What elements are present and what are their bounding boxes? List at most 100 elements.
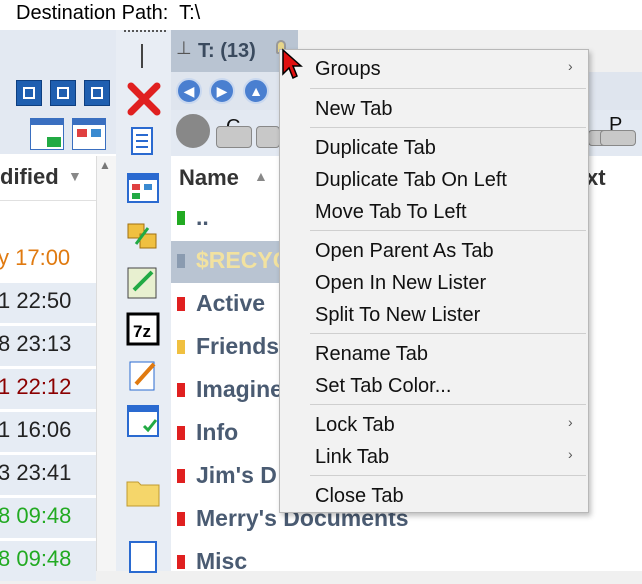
left-list-item-time: 3 23:41	[0, 460, 72, 485]
drag-handle[interactable]	[124, 30, 166, 37]
modified-column-label: dified	[0, 164, 59, 189]
menu-item-duplicate-tab[interactable]: Duplicate Tab	[280, 134, 588, 164]
drive-hdd-icon[interactable]	[176, 114, 210, 148]
left-list-item[interactable]: y 17:00	[0, 240, 96, 280]
menu-item-move-tab-to-left[interactable]: Move Tab To Left	[280, 198, 588, 228]
menu-item-label: New Tab	[315, 98, 393, 120]
folder-flag-icon	[177, 340, 185, 354]
svg-text:7z: 7z	[133, 322, 151, 341]
left-list-item-time: 1 22:50	[0, 288, 72, 313]
menu-item-label: Link Tab	[315, 446, 390, 468]
toolbar-button-2[interactable]	[50, 80, 76, 106]
menu-item-duplicate-tab-on-left[interactable]: Duplicate Tab On Left	[280, 166, 588, 196]
menu-item-label: Split To New Lister	[315, 304, 481, 326]
file-name: Imagine	[196, 376, 283, 402]
forward-icon[interactable]: ▶	[209, 78, 235, 104]
left-list-item-time: y 17:00	[0, 245, 71, 270]
menu-item-label: Close Tab	[315, 485, 404, 507]
document-icon[interactable]	[124, 124, 162, 162]
mouse-cursor-icon	[281, 48, 303, 85]
left-list-item[interactable]: 1 16:06	[0, 412, 96, 452]
menu-item-label: Set Tab Color...	[315, 375, 452, 397]
view-details-icon[interactable]	[30, 118, 64, 150]
toolbar-button-1[interactable]	[16, 80, 42, 106]
file-name: Friends	[196, 333, 280, 359]
tab-label: T: (13)	[198, 40, 256, 62]
menu-item-groups[interactable]: Groups ›	[280, 55, 588, 85]
left-list-item[interactable]: 8 09:48	[0, 541, 96, 581]
separator-icon	[141, 44, 143, 68]
menu-separator	[310, 404, 586, 405]
folder-flag-icon	[177, 211, 185, 225]
menu-item-label: Open In New Lister	[315, 272, 487, 294]
file-name: ..	[196, 204, 209, 230]
folder-flag-icon	[177, 254, 185, 268]
name-column-label[interactable]: Name	[179, 165, 239, 191]
left-list-item[interactable]: 1 22:12	[0, 369, 96, 409]
delete-icon[interactable]	[125, 80, 163, 118]
menu-item-set-tab-color[interactable]: Set Tab Color...	[280, 372, 588, 402]
copy-move-icon[interactable]	[124, 216, 162, 254]
left-list-item-time: 1 22:12	[0, 374, 72, 399]
menu-separator	[310, 230, 586, 231]
folder-flag-icon	[177, 469, 185, 483]
menu-item-open-in-new-lister[interactable]: Open In New Lister	[280, 269, 588, 299]
menu-item-close-tab[interactable]: Close Tab	[280, 482, 588, 512]
menu-item-label: Groups	[315, 58, 381, 80]
destination-path-label: Destination Path: T:\	[16, 2, 201, 24]
menu-item-rename-tab[interactable]: Rename Tab	[280, 340, 588, 370]
submenu-arrow-icon: ›	[568, 446, 573, 462]
back-icon[interactable]: ◀	[176, 78, 202, 104]
left-list-item[interactable]: 1 22:50	[0, 283, 96, 323]
left-list-item-time: 8 09:48	[0, 546, 72, 571]
toolbar-button-3[interactable]	[84, 80, 110, 106]
menu-item-label: Lock Tab	[315, 414, 395, 436]
submenu-arrow-icon: ›	[568, 58, 573, 74]
submenu-arrow-icon: ›	[568, 414, 573, 430]
menu-item-new-tab[interactable]: New Tab	[280, 95, 588, 125]
drive-network-icon[interactable]	[256, 126, 280, 148]
list-icon[interactable]	[124, 538, 162, 576]
menu-separator	[310, 475, 586, 476]
folder-flag-icon	[177, 383, 185, 397]
file-name: $RECYC	[196, 247, 290, 273]
menu-item-label: Open Parent As Tab	[315, 240, 494, 262]
folder-flag-icon	[177, 426, 185, 440]
folder-flag-icon	[177, 555, 185, 569]
left-scrollbar[interactable]	[96, 156, 117, 571]
menu-item-label: Duplicate Tab On Left	[315, 169, 507, 191]
edit-icon[interactable]	[124, 264, 162, 302]
file-name: Info	[196, 419, 239, 445]
menu-item-lock-tab[interactable]: Lock Tab ›	[280, 411, 588, 441]
scroll-up-icon[interactable]: ▲	[99, 158, 111, 172]
left-list-item-time: 8 23:13	[0, 331, 72, 356]
folder-icon[interactable]	[124, 472, 162, 510]
menu-item-open-parent-as-tab[interactable]: Open Parent As Tab	[280, 237, 588, 267]
view-thumbs-icon[interactable]	[72, 118, 106, 150]
left-list-item[interactable]: 8 23:13	[0, 326, 96, 366]
menu-item-label: Duplicate Tab	[315, 137, 436, 159]
drive-p-icon[interactable]	[600, 130, 636, 146]
sort-asc-icon: ▲	[254, 168, 268, 184]
up-icon[interactable]: ▲	[243, 78, 269, 104]
folder-flag-icon	[177, 512, 185, 526]
file-name: Active	[196, 290, 266, 316]
sort-arrow-icon: ▼	[68, 168, 82, 184]
notepad-icon[interactable]	[124, 356, 162, 394]
left-list-item-time: 8 09:48	[0, 503, 72, 528]
left-list-item[interactable]: 8 09:48	[0, 498, 96, 538]
folder-flag-icon	[177, 297, 185, 311]
pin-icon: ⊥	[176, 38, 192, 58]
checklist-icon[interactable]	[124, 402, 162, 440]
left-list-item-time: 1 16:06	[0, 417, 72, 442]
file-row[interactable]: Misc	[171, 542, 571, 584]
menu-item-split-to-new-lister[interactable]: Split To New Lister	[280, 301, 588, 331]
7zip-icon[interactable]: 7z	[124, 310, 162, 348]
menu-separator	[310, 88, 586, 89]
window-icon[interactable]	[124, 170, 162, 208]
menu-item-label: Move Tab To Left	[315, 201, 467, 223]
menu-item-link-tab[interactable]: Link Tab ›	[280, 443, 588, 473]
drive-c-icon[interactable]	[216, 126, 252, 148]
left-toolbar	[0, 30, 116, 154]
left-list-item[interactable]: 3 23:41	[0, 455, 96, 495]
